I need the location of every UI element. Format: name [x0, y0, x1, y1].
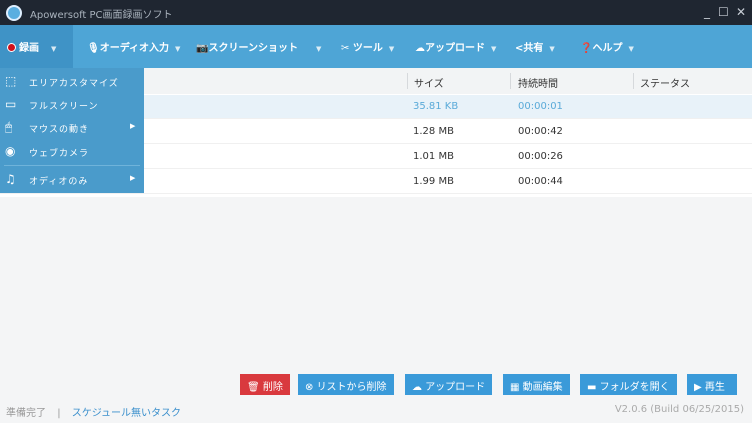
menu-label: ウェブカメラ — [29, 149, 90, 159]
record-dropdown-menu: ⬚ エリアカスタマイズ ▭ フルスクリーン 🖱 マウスの動き ▶ ◉ ウェブカメラ ♫ オデ… — [0, 68, 144, 193]
play-label: 再生 — [704, 382, 725, 393]
app-logo-icon — [6, 5, 22, 21]
status-text: 準備完了 — [6, 408, 46, 419]
open-folder-button[interactable]: ▬ フォルダを開く — [580, 374, 677, 395]
status-bar: 準備完了 | スケジュール無いタスク — [6, 404, 181, 419]
chevron-down-icon: ▼ — [491, 45, 497, 53]
chevron-down-icon: ▼ — [628, 45, 634, 53]
menu-item-audio-only[interactable]: ♫ オディオのみ ▶ — [0, 168, 144, 191]
chevron-right-icon: ▶ — [130, 122, 137, 130]
menu-item-custom-area[interactable]: ⬚ エリアカスタマイズ — [0, 70, 144, 93]
size-cell: 1.01 MB — [413, 151, 454, 162]
chevron-down-icon: ▼ — [549, 45, 555, 53]
region-icon: ⬚ — [5, 74, 18, 88]
record-menu-button[interactable]: 録画 ▼ — [0, 25, 73, 68]
help-label: ヘルプ — [592, 43, 623, 54]
tools-label: ツール — [352, 43, 383, 54]
cloud-upload-icon: ☁ — [415, 43, 425, 54]
column-status[interactable]: ステータス — [640, 75, 690, 90]
upload-button[interactable]: ☁アップロード ▼ — [415, 39, 496, 54]
title-bar: Apowersoft PC画面録画ソフト _ ☐ ✕ — [0, 0, 752, 25]
edit-video-label: 動画編集 — [522, 382, 563, 393]
chevron-down-icon: ▼ — [51, 45, 57, 53]
size-cell: 1.28 MB — [413, 126, 454, 137]
camera-icon: 📷 — [196, 43, 209, 54]
chevron-down-icon: ▼ — [175, 45, 181, 53]
menu-item-mouse[interactable]: 🖱 マウスの動き ▶ — [0, 116, 144, 139]
remove-icon: ⊗ — [305, 382, 317, 393]
tools-button[interactable]: ✂ ツール ▼ — [341, 39, 394, 54]
music-icon: ♫ — [5, 172, 17, 186]
menu-label: マウスの動き — [29, 125, 90, 135]
menu-item-fullscreen[interactable]: ▭ フルスクリーン — [0, 93, 144, 116]
toolbar: 録画 ▼ 🎙オーディオ入力 ▼ 📷スクリーンショット ▼ ✂ ツール ▼ ☁アップロード… — [0, 25, 752, 68]
minimize-button[interactable]: _ — [704, 5, 710, 19]
upload-action-label: アップロード — [425, 382, 486, 393]
duration-cell: 00:00:42 — [518, 126, 563, 137]
chevron-right-icon: ▶ — [130, 174, 137, 182]
delete-button[interactable]: 🗑 削除 — [240, 374, 290, 395]
close-button[interactable]: ✕ — [736, 5, 746, 19]
screenshot-label: スクリーンショット — [208, 43, 298, 54]
microphone-icon: 🎙 — [87, 43, 100, 54]
remove-from-list-button[interactable]: ⊗ リストから削除 — [298, 374, 394, 395]
play-button[interactable]: ▶ 再生 — [687, 374, 737, 395]
chevron-down-icon: ▼ — [388, 45, 395, 53]
schedule-link[interactable]: スケジュール無いタスク — [72, 408, 181, 419]
record-icon — [7, 43, 16, 52]
tools-icon: ✂ — [341, 43, 353, 54]
open-folder-label: フォルダを開く — [599, 382, 670, 393]
trash-icon: 🗑 — [247, 382, 263, 393]
share-label: 共有 — [523, 43, 544, 54]
duration-cell: 00:00:44 — [518, 176, 563, 187]
screenshot-button[interactable]: 📷スクリーンショット ▼ — [196, 39, 321, 54]
menu-label: フルスクリーン — [29, 102, 99, 112]
size-cell: 35.81 KB — [413, 101, 459, 112]
record-label: 録画 — [19, 43, 39, 54]
size-cell: 1.99 MB — [413, 176, 454, 187]
folder-icon: ▬ — [587, 382, 600, 393]
share-button[interactable]: <共有 ▼ — [515, 39, 555, 54]
play-icon: ▶ — [694, 382, 705, 393]
menu-label: オディオのみ — [29, 177, 89, 187]
upload-label: アップロード — [425, 43, 485, 54]
window-title: Apowersoft PC画面録画ソフト — [30, 10, 173, 21]
menu-divider — [4, 165, 140, 166]
help-button[interactable]: ❓ヘルプ ▼ — [580, 39, 634, 54]
help-icon: ❓ — [580, 43, 593, 54]
chevron-down-icon: ▼ — [315, 45, 322, 53]
webcam-icon: ◉ — [5, 144, 17, 158]
column-duration[interactable]: 持続時間 — [518, 75, 558, 90]
cloud-upload-icon: ☁ — [412, 382, 426, 393]
monitor-icon: ▭ — [5, 97, 18, 111]
menu-label: エリアカスタマイズ — [29, 79, 119, 89]
edit-video-button[interactable]: ▦ 動画編集 — [503, 374, 570, 395]
menu-item-webcam[interactable]: ◉ ウェブカメラ — [0, 140, 144, 163]
status-separator: | — [57, 408, 61, 419]
mouse-icon: 🖱 — [5, 120, 14, 134]
upload-action-button[interactable]: ☁ アップロード — [405, 374, 493, 395]
version-label: V2.0.6 (Build 06/25/2015) — [614, 404, 744, 415]
edit-video-icon: ▦ — [510, 382, 523, 393]
audio-input-button[interactable]: 🎙オーディオ入力 ▼ — [87, 39, 180, 54]
delete-label: 削除 — [262, 382, 283, 393]
duration-cell: 00:00:26 — [518, 151, 563, 162]
maximize-button[interactable]: ☐ — [718, 5, 729, 19]
remove-label: リストから削除 — [316, 382, 387, 393]
audio-input-label: オーディオ入力 — [99, 43, 170, 54]
column-size[interactable]: サイズ — [414, 75, 444, 90]
duration-cell: 00:00:01 — [518, 101, 563, 112]
